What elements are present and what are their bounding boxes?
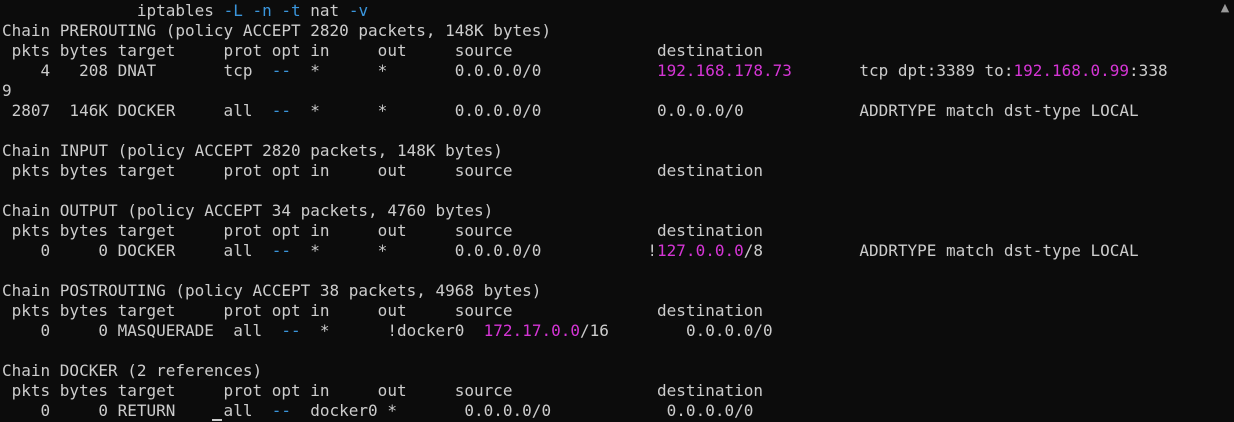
terminal-window[interactable]: iptables -L -n -t nat -v Chain PREROUTING… — [0, 0, 1234, 422]
output-text: 9 — [2, 81, 12, 100]
terminal-line: Chain DOCKER (2 references) — [2, 361, 1214, 381]
output-text: pkts bytes target prot opt in out source… — [2, 221, 763, 240]
ip-address-text: 192.168.178.73 — [657, 61, 792, 80]
command-flag-text: -- — [271, 241, 291, 260]
output-text: pkts bytes target prot opt in out source… — [2, 161, 763, 180]
output-text: 0 0 DOCKER all — [2, 241, 272, 260]
output-text: 4 208 DNAT tcp — [2, 61, 272, 80]
vertical-scrollbar[interactable]: ▲ — [1216, 0, 1234, 422]
terminal-line: 9 — [2, 81, 1214, 101]
output-text: pkts bytes target prot opt in out source… — [2, 41, 763, 60]
command-flag-text: -t — [281, 1, 301, 20]
output-text: iptables — [2, 1, 224, 20]
output-text: pkts bytes target prot opt in out source… — [2, 381, 763, 400]
terminal-line: pkts bytes target prot opt in out source… — [2, 161, 1214, 181]
output-text: Chain DOCKER (2 references) — [2, 361, 263, 380]
terminal-line: 4 208 DNAT tcp -- * * 0.0.0.0/0 192.168.… — [2, 61, 1214, 81]
output-text: /16 0.0.0.0/0 — [579, 321, 773, 340]
output-text: * * 0.0.0.0/0 — [290, 61, 658, 80]
terminal-line: pkts bytes target prot opt in out source… — [2, 381, 1214, 401]
command-flag-text: -- — [271, 101, 291, 120]
terminal-line: pkts bytes target prot opt in out source… — [2, 221, 1214, 241]
output-text: 0 0 MASQUERADE all — [2, 321, 282, 340]
command-flag-text: -- — [271, 61, 291, 80]
output-text: Chain OUTPUT (policy ACCEPT 34 packets, … — [2, 201, 494, 220]
command-flag-text: -- — [281, 321, 301, 340]
terminal-output: iptables -L -n -t nat -v Chain PREROUTING… — [2, 1, 1214, 422]
output-text: * !docker0 — [300, 321, 484, 340]
scroll-up-arrow-icon[interactable]: ▲ — [1219, 2, 1231, 14]
output-text: 0 0 RETURN all — [2, 401, 272, 420]
output-text: nat — [300, 1, 349, 20]
terminal-line: Chain INPUT (policy ACCEPT 2820 packets,… — [2, 141, 1214, 161]
text-cursor — [212, 419, 222, 421]
output-text: Chain PREROUTING (policy ACCEPT 2820 pac… — [2, 21, 552, 40]
output-text: docker0 * 0.0.0.0/0 0.0.0.0/0 — [290, 401, 754, 420]
command-flag-text: -- — [271, 401, 291, 420]
ip-address-text: 127.0.0.0 — [657, 241, 744, 260]
ip-address-text: 172.17.0.0 — [483, 321, 580, 340]
terminal-line: 0 0 RETURN all -- docker0 * 0.0.0.0/0 0.… — [2, 401, 1214, 421]
terminal-line: pkts bytes target prot opt in out source… — [2, 301, 1214, 321]
terminal-line: 0 0 DOCKER all -- * * 0.0.0.0/0 !127.0.0… — [2, 241, 1214, 261]
terminal-line: iptables -L -n -t nat -v — [2, 1, 1214, 21]
terminal-line: pkts bytes target prot opt in out source… — [2, 41, 1214, 61]
output-text: /8 ADDRTYPE match dst-type LOCAL — [743, 241, 1139, 260]
output-text: Chain INPUT (policy ACCEPT 2820 packets,… — [2, 141, 503, 160]
output-text: * * 0.0.0.0/0 ! — [290, 241, 658, 260]
terminal-line: 0 0 MASQUERADE all -- * !docker0 172.17.… — [2, 321, 1214, 341]
terminal-line: Chain PREROUTING (policy ACCEPT 2820 pac… — [2, 21, 1214, 41]
command-flag-text: -L — [223, 1, 243, 20]
terminal-line: Chain OUTPUT (policy ACCEPT 34 packets, … — [2, 201, 1214, 221]
command-flag-text: -n — [252, 1, 272, 20]
command-flag-text: -v — [348, 1, 369, 20]
output-text: tcp dpt:3389 to: — [791, 61, 1014, 80]
ip-address-text: 192.168.0.99 — [1013, 61, 1130, 80]
output-text: Chain POSTROUTING (policy ACCEPT 38 pack… — [2, 281, 542, 300]
output-text: * * 0.0.0.0/0 0.0.0.0/0 ADDRTYPE match d… — [290, 101, 1139, 120]
output-text: :338 — [1129, 61, 1168, 80]
terminal-line: Chain POSTROUTING (policy ACCEPT 38 pack… — [2, 281, 1214, 301]
output-text: pkts bytes target prot opt in out source… — [2, 301, 763, 320]
output-text: 2807 146K DOCKER all — [2, 101, 272, 120]
terminal-line: 2807 146K DOCKER all -- * * 0.0.0.0/0 0.… — [2, 101, 1214, 121]
